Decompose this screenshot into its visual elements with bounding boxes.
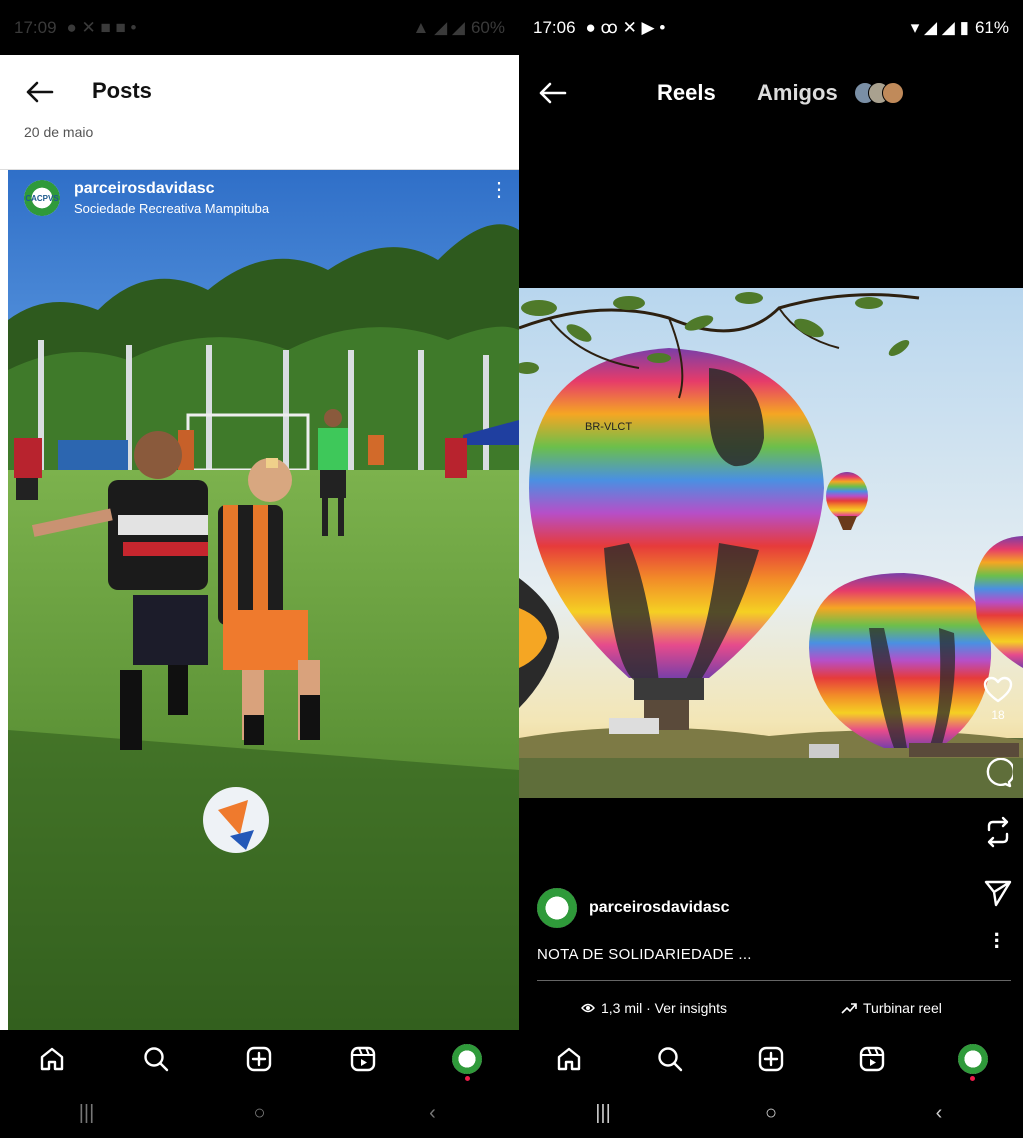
notification-icons: ● ✕ ■ ■ • [66,17,137,37]
battery-level: 61% [974,17,1009,37]
home-button[interactable] [549,1039,589,1079]
status-time: 17:06 [533,17,576,37]
system-nav: ||| ○ ‹ [519,1088,1023,1138]
trending-arrow-icon [841,1003,857,1014]
reels-button[interactable] [852,1039,892,1079]
eye-icon [581,1003,595,1013]
like-action[interactable]: 18 [983,676,1013,722]
reels-icon [859,1046,884,1072]
back-chevron-icon[interactable]: ‹ [919,1102,959,1125]
friend-avatar [881,82,904,104]
status-bar: 17:09 ● ✕ ■ ■ • ▲ ◢ ◢ 60% [0,0,519,55]
send-icon [984,880,1012,907]
profile-avatar [452,1044,483,1074]
post-date: 20 de maio [24,124,94,140]
search-button[interactable] [650,1039,690,1079]
signal-icon: ▲ ◢ ◢ [412,17,465,37]
system-nav: ||| ○ ‹ [0,1088,519,1138]
post-username[interactable]: parceirosdavidasc [74,180,269,198]
home-button[interactable] [32,1039,72,1079]
reel-insights-bar: 1,3 mil · Ver insights Turbinar reel [519,994,1023,1024]
search-button[interactable] [136,1039,176,1079]
share-action[interactable] [983,878,1013,908]
divider [537,980,1011,981]
soccer-scene-image [8,170,519,1030]
create-icon [758,1046,784,1072]
back-arrow-icon[interactable] [24,78,54,106]
home-icon [558,1047,581,1071]
hot-air-balloons-image: BR-VLCT [519,288,1023,798]
balloon-registration-text: BR-VLCT [585,421,632,433]
back-arrow-icon[interactable] [537,80,567,106]
reel-username[interactable]: parceirosdavidasc [589,899,730,917]
remix-icon [987,816,1009,848]
reels-button[interactable] [343,1039,383,1079]
posts-screen: 17:09 ● ✕ ■ ■ • ▲ ◢ ◢ 60% Posts 20 de ma… [0,0,519,1138]
notification-icons: ● ꝏ ✕ ▶ • [585,17,666,37]
like-count: 18 [991,708,1005,722]
page-title: Posts [92,78,152,103]
bottom-nav [519,1030,1023,1088]
boost-label: Turbinar reel [863,1000,942,1016]
home-icon [40,1047,64,1071]
notification-dot [970,1076,976,1081]
post-video[interactable]: CACPVS parceirosdavidasc Sociedade Recre… [8,170,519,1030]
more-options-icon[interactable]: · · · [994,924,1001,958]
signal-icon: ▾ ◢ ◢ ▮ [910,17,969,37]
view-insights-button[interactable]: 1,3 mil · Ver insights [581,1000,727,1016]
reels-screen: 17:06 ● ꝏ ✕ ▶ • ▾ ◢ ◢ ▮ 61% Reels Amigos [519,0,1023,1138]
more-options-icon[interactable]: ⋮ [489,180,509,200]
post-header: CACPVS parceirosdavidasc Sociedade Recre… [24,180,509,216]
tab-friends[interactable]: Amigos [757,80,904,106]
avatar[interactable]: CACPVS [24,180,60,216]
tab-reels[interactable]: Reels [657,80,716,106]
search-icon [143,1047,168,1072]
profile-button[interactable] [953,1039,993,1081]
reel-caption[interactable]: NOTA DE SOLIDARIEDADE ... [537,946,752,963]
profile-button[interactable] [447,1039,487,1081]
reels-icon [351,1046,376,1072]
posts-header: Posts 20 de maio [0,56,519,170]
heart-icon [983,676,1013,703]
reel-video[interactable]: BR-VLCT [519,288,1023,798]
create-icon [247,1046,272,1072]
post-location[interactable]: Sociedade Recreativa Mampituba [74,201,269,216]
status-bar: 17:06 ● ꝏ ✕ ▶ • ▾ ◢ ◢ ▮ 61% [519,0,1023,55]
status-time: 17:09 [14,17,57,37]
recents-icon[interactable]: ||| [583,1102,623,1125]
profile-avatar [957,1044,988,1074]
back-chevron-icon[interactable]: ‹ [413,1102,453,1125]
comment-icon [986,758,1013,788]
search-icon [658,1047,683,1072]
tab-friends-label: Amigos [757,80,838,105]
views-insights-label: 1,3 mil · Ver insights [601,1000,728,1016]
home-circle-icon[interactable]: ○ [240,1102,280,1125]
remix-action[interactable] [983,816,1013,848]
battery-level: 60% [470,17,505,37]
reel-author: parceirosdavidasc [537,888,730,928]
create-button[interactable] [751,1039,791,1079]
recents-icon[interactable]: ||| [67,1102,107,1125]
avatar[interactable] [537,888,577,928]
home-circle-icon[interactable]: ○ [751,1102,791,1125]
boost-reel-button[interactable]: Turbinar reel [841,1000,942,1016]
bottom-nav [0,1030,519,1088]
create-button[interactable] [239,1039,279,1079]
notification-dot [464,1076,470,1081]
avatar-logo-text: CACPVS [25,193,59,203]
comment-action[interactable] [983,758,1013,788]
friend-avatars [853,82,904,104]
